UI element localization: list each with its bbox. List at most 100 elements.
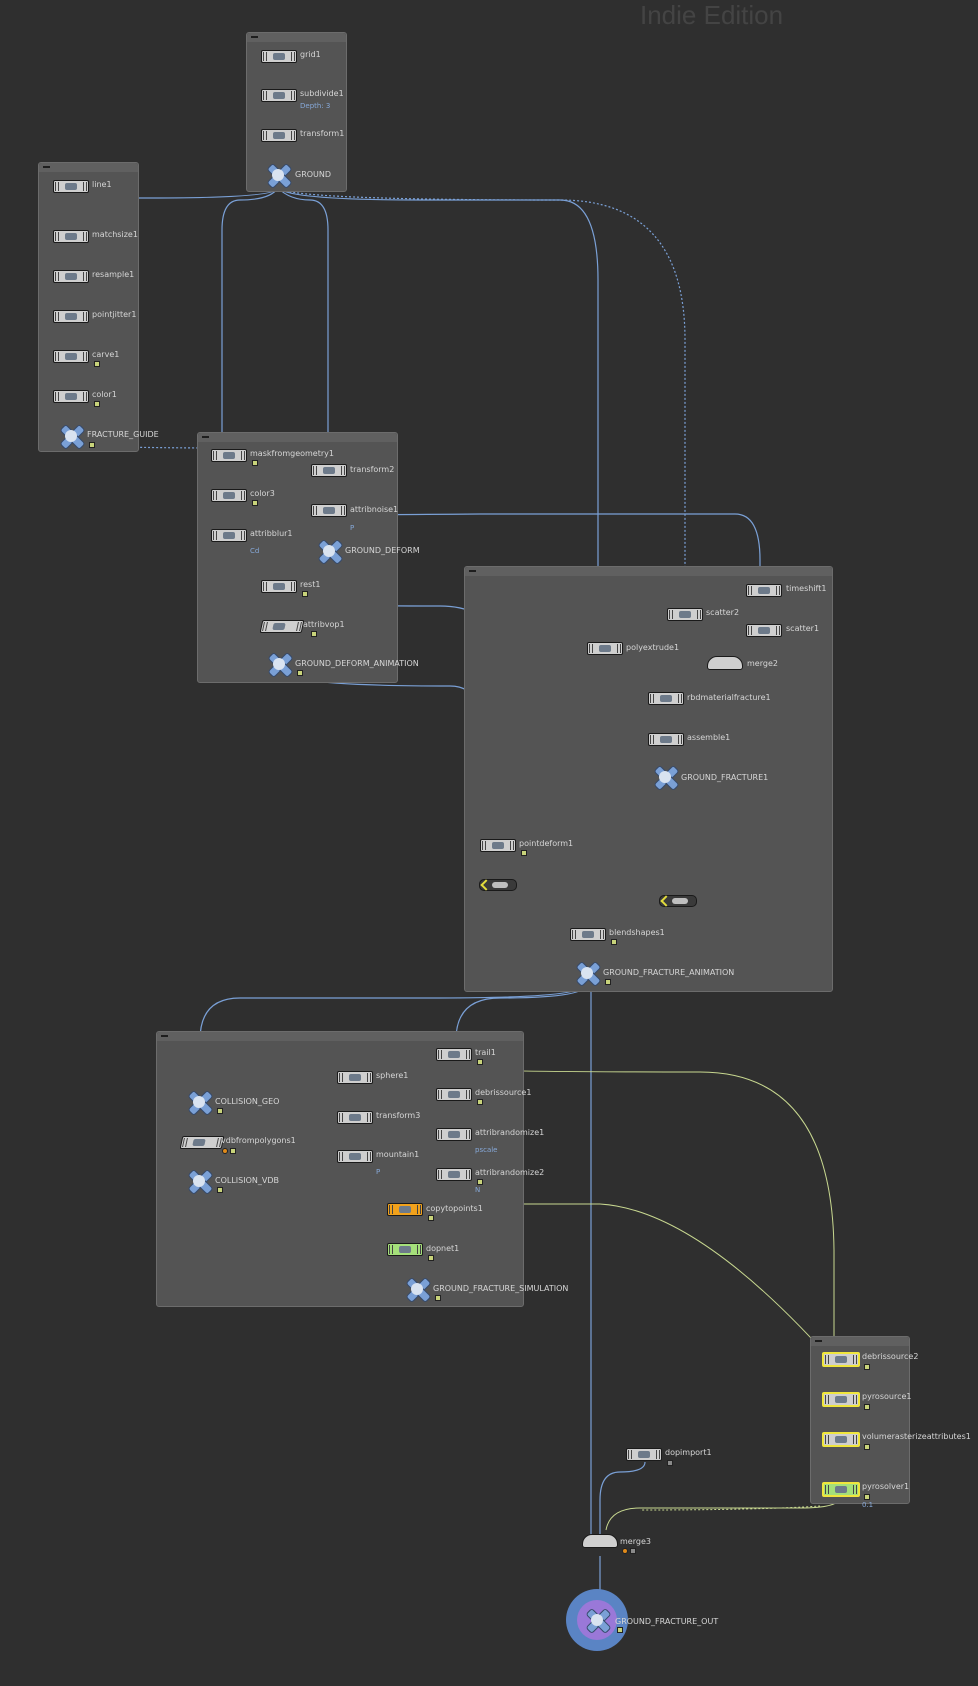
warning-icon [222, 1148, 228, 1154]
display-flag-icon[interactable] [477, 1099, 483, 1105]
node-label: GROUND_FRACTURE_OUT [615, 1617, 719, 1626]
display-flag-icon[interactable] [667, 1460, 673, 1466]
node-label: color1 [92, 390, 117, 399]
node-label: assemble1 [687, 733, 731, 742]
node-label: GROUND_DEFORM_ANIMATION [295, 659, 419, 668]
node-label: COLLISION_VDB [215, 1176, 279, 1185]
blur-icon [211, 529, 247, 542]
display-flag-icon[interactable] [864, 1444, 870, 1450]
node-label: blendshapes1 [609, 928, 665, 937]
display-flag-icon[interactable] [311, 631, 317, 637]
display-flag-icon[interactable] [217, 1187, 223, 1193]
node-param: P [376, 1168, 381, 1176]
display-flag-icon[interactable] [252, 460, 258, 466]
null-icon [316, 540, 342, 562]
collapse-icon[interactable] [43, 166, 50, 168]
display-flag-icon[interactable] [94, 401, 100, 407]
collapse-icon[interactable] [815, 1340, 822, 1342]
assemble-icon [648, 733, 684, 746]
null-icon [265, 164, 291, 186]
display-flag-icon[interactable] [630, 1548, 636, 1554]
pyrosolver-icon [822, 1482, 860, 1497]
display-flag-icon[interactable] [864, 1404, 870, 1410]
display-flag-icon[interactable] [477, 1059, 483, 1065]
transform-icon [311, 464, 347, 477]
switch-node-right[interactable] [659, 895, 697, 907]
node-label: vdbfrompolygons1 [221, 1136, 296, 1145]
node-label: attribrandomize2 [475, 1168, 545, 1177]
collapse-icon[interactable] [469, 570, 476, 572]
node-label: attribblur1 [250, 529, 293, 538]
switch-node-left[interactable] [479, 879, 517, 891]
vdb-icon [179, 1136, 225, 1149]
node-label: volumerasterizeattributes1 [862, 1432, 971, 1441]
copy-icon [387, 1203, 423, 1216]
pointjitter-icon [53, 310, 89, 323]
node-label: color3 [250, 489, 275, 498]
collapse-icon[interactable] [202, 436, 209, 438]
node-label: trail1 [475, 1048, 496, 1057]
collapse-icon[interactable] [251, 36, 258, 38]
mask-icon [211, 449, 247, 462]
timeshift-icon [746, 584, 782, 597]
color-icon [211, 489, 247, 502]
node-label: subdivide1 [300, 89, 344, 98]
resample-icon [53, 270, 89, 283]
display-flag-icon[interactable] [217, 1108, 223, 1114]
noise-icon [311, 504, 347, 517]
node-label: pyrosolver1 [862, 1482, 910, 1491]
network-box-fracture-guide[interactable] [38, 162, 139, 452]
display-flag-icon[interactable] [302, 591, 308, 597]
line-icon [53, 180, 89, 193]
node-label: pointdeform1 [519, 839, 574, 848]
node-label: pointjitter1 [92, 310, 137, 319]
node-label: dopnet1 [426, 1244, 460, 1253]
color-icon [53, 390, 89, 403]
node-label: GROUND_FRACTURE_SIMULATION [433, 1284, 569, 1293]
node-label: debrissource2 [862, 1352, 919, 1361]
null-icon [266, 653, 292, 675]
transform-icon [261, 129, 297, 142]
indie-edition-watermark: Indie Edition [640, 0, 784, 30]
randomize-icon [436, 1168, 472, 1181]
display-flag-icon[interactable] [605, 979, 611, 985]
scatter-icon [667, 608, 703, 621]
node-label: polyextrude1 [626, 643, 680, 652]
vop-icon [259, 620, 305, 633]
merge-icon [582, 1534, 618, 1548]
node-label: COLLISION_GEO [215, 1097, 280, 1106]
node-label: sphere1 [376, 1071, 409, 1080]
display-flag-icon[interactable] [428, 1255, 434, 1261]
display-flag-icon[interactable] [617, 1627, 623, 1633]
dopimport-icon [626, 1448, 662, 1461]
display-flag-icon[interactable] [864, 1494, 870, 1500]
node-label: carve1 [92, 350, 120, 359]
node-label: timeshift1 [786, 584, 827, 593]
display-flag-icon[interactable] [521, 850, 527, 856]
collapse-icon[interactable] [161, 1035, 168, 1037]
display-flag-icon[interactable] [477, 1179, 483, 1185]
display-flag-icon[interactable] [435, 1295, 441, 1301]
node-label: line1 [92, 180, 112, 189]
node-label: FRACTURE_GUIDE [87, 430, 159, 439]
display-flag-icon[interactable] [611, 939, 617, 945]
display-flag-icon[interactable] [230, 1148, 236, 1154]
debris-icon [822, 1352, 860, 1367]
node-label: merge2 [747, 659, 778, 668]
node-label: transform1 [300, 129, 345, 138]
node-label: attribrandomize1 [475, 1128, 545, 1137]
node-label: rbdmaterialfracture1 [687, 693, 771, 702]
mountain-icon [337, 1150, 373, 1163]
display-flag-icon[interactable] [428, 1215, 434, 1221]
node-label: rest1 [300, 580, 321, 589]
node-label: GROUND [295, 170, 332, 179]
node-label: transform2 [350, 465, 395, 474]
warning-icon [622, 1548, 628, 1554]
display-flag-icon[interactable] [252, 500, 258, 506]
null-icon [186, 1091, 212, 1113]
display-flag-icon[interactable] [297, 670, 303, 676]
display-flag-icon[interactable] [864, 1364, 870, 1370]
display-flag-icon[interactable] [94, 361, 100, 367]
fracture-icon [648, 692, 684, 705]
display-flag-icon[interactable] [89, 442, 95, 448]
